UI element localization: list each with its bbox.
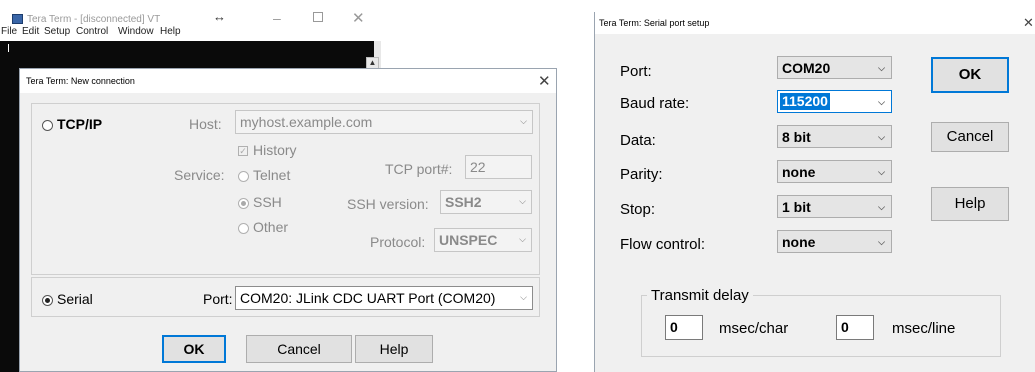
baud-rate-label: Baud rate:: [620, 95, 690, 112]
stop-label: Stop:: [620, 201, 656, 218]
new-connection-title: Tera Term: New connection: [26, 76, 135, 86]
main-window-title: Tera Term - [disconnected] VT: [27, 14, 161, 25]
ssh-version-combo[interactable]: SSH2 ⌵: [440, 190, 532, 214]
parity-combo[interactable]: none ⌵: [777, 160, 892, 183]
menu-edit[interactable]: Edit: [22, 26, 39, 37]
ok-button[interactable]: OK: [931, 57, 1009, 93]
history-checkbox[interactable]: ✓: [238, 146, 248, 156]
chevron-down-icon: ⌵: [520, 292, 527, 302]
data-combo[interactable]: 8 bit ⌵: [777, 125, 892, 148]
ssh-label: SSH: [253, 194, 282, 210]
teraterm-app-icon: [12, 14, 23, 24]
serial-label: Serial: [57, 291, 93, 307]
menu-bar: File Edit Setup Control Window Help: [0, 26, 381, 41]
chevron-down-icon: ⌵: [878, 63, 885, 73]
minimize-icon[interactable]: –: [273, 10, 281, 26]
chevron-down-icon: ⌵: [878, 237, 885, 247]
cancel-button[interactable]: Cancel: [931, 122, 1009, 152]
line-delay-unit: msec/line: [892, 320, 956, 337]
cancel-button[interactable]: Cancel: [246, 335, 352, 363]
chevron-down-icon: ⌵: [519, 196, 526, 206]
line-delay-field[interactable]: 0: [836, 315, 874, 340]
telnet-label: Telnet: [253, 167, 291, 183]
help-button[interactable]: Help: [931, 187, 1009, 221]
transmit-delay-label: Transmit delay: [647, 287, 753, 304]
telnet-radio[interactable]: [238, 171, 249, 182]
close-icon[interactable]: ✕: [1023, 15, 1034, 31]
new-connection-titlebar: Tera Term: New connection ✕: [20, 69, 556, 93]
protocol-combo[interactable]: UNSPEC ⌵: [434, 228, 532, 252]
ssh-radio[interactable]: [238, 198, 249, 209]
menu-setup[interactable]: Setup: [44, 26, 70, 37]
port-combo[interactable]: COM20 ⌵: [777, 56, 892, 79]
move-arrows-icon: ↔: [213, 9, 226, 24]
close-icon[interactable]: ✕: [538, 72, 551, 90]
history-label: History: [253, 142, 297, 158]
chevron-down-icon: ⌵: [878, 167, 885, 177]
service-label: Service:: [174, 167, 225, 183]
serial-setup-titlebar: Tera Term: Serial port setup ✕: [595, 12, 1035, 34]
ok-button[interactable]: OK: [162, 335, 226, 363]
chevron-down-icon: ⌵: [519, 234, 526, 244]
chevron-down-icon: ⌵: [878, 132, 885, 142]
tcp-port-field[interactable]: 22: [465, 155, 532, 179]
chevron-down-icon: ⌵: [520, 116, 527, 126]
serial-setup-title: Tera Term: Serial port setup: [599, 18, 710, 28]
close-icon[interactable]: ✕: [352, 9, 365, 27]
tcpip-radio[interactable]: [42, 120, 53, 131]
host-combo[interactable]: myhost.example.com ⌵: [235, 110, 533, 134]
menu-help[interactable]: Help: [160, 26, 181, 37]
serial-port-label: Port:: [203, 291, 233, 307]
tcpip-label: TCP/IP: [57, 116, 103, 132]
terminal-cursor: [8, 44, 9, 52]
serial-port-setup-dialog: Tera Term: Serial port setup ✕ Port: COM…: [594, 12, 1035, 372]
ssh-version-label: SSH version:: [347, 196, 429, 212]
host-label: Host:: [189, 116, 222, 132]
data-label: Data:: [620, 132, 656, 149]
maximize-icon[interactable]: [313, 12, 323, 22]
flow-control-combo[interactable]: none ⌵: [777, 230, 892, 253]
char-delay-unit: msec/char: [719, 320, 789, 337]
port-label: Port:: [620, 63, 652, 80]
menu-file[interactable]: File: [1, 26, 17, 37]
help-button[interactable]: Help: [355, 335, 433, 363]
char-delay-field[interactable]: 0: [665, 315, 703, 340]
menu-window[interactable]: Window: [118, 26, 154, 37]
menu-control[interactable]: Control: [76, 26, 108, 37]
new-connection-dialog: Tera Term: New connection ✕ TCP/IP Host:…: [19, 68, 557, 372]
serial-radio[interactable]: [42, 295, 53, 306]
chevron-down-icon: ⌵: [878, 202, 885, 212]
parity-label: Parity:: [620, 166, 663, 183]
chevron-down-icon: ⌵: [878, 97, 885, 107]
tcp-port-label: TCP port#:: [385, 161, 453, 177]
protocol-label: Protocol:: [370, 234, 426, 250]
other-radio[interactable]: [238, 223, 249, 234]
serial-port-combo[interactable]: COM20: JLink CDC UART Port (COM20) ⌵: [235, 286, 533, 310]
stop-combo[interactable]: 1 bit ⌵: [777, 195, 892, 218]
other-label: Other: [253, 219, 289, 235]
baud-rate-combo[interactable]: 115200 ⌵: [777, 90, 892, 113]
flow-control-label: Flow control:: [620, 236, 706, 253]
